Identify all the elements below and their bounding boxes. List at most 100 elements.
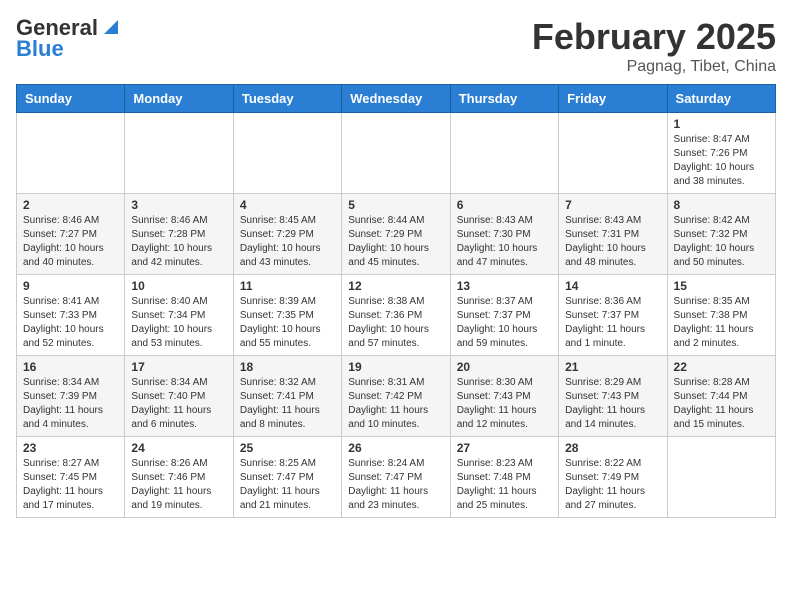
calendar-cell: 15 Sunrise: 8:35 AM Sunset: 7:38 PM Dayli… [667, 275, 775, 356]
calendar-cell: 6 Sunrise: 8:43 AM Sunset: 7:30 PM Daylig… [450, 194, 558, 275]
day-number: 27 [457, 441, 552, 455]
day-number: 2 [23, 198, 118, 212]
day-info: Sunrise: 8:43 AM Sunset: 7:30 PM Dayligh… [457, 214, 552, 270]
day-info: Sunrise: 8:43 AM Sunset: 7:31 PM Dayligh… [565, 214, 660, 270]
calendar-cell [233, 113, 341, 194]
day-info: Sunrise: 8:41 AM Sunset: 7:33 PM Dayligh… [23, 295, 118, 351]
day-number: 7 [565, 198, 660, 212]
logo-blue: Blue [16, 36, 64, 62]
day-number: 21 [565, 360, 660, 374]
calendar-cell: 17 Sunrise: 8:34 AM Sunset: 7:40 PM Dayli… [125, 356, 233, 437]
day-info: Sunrise: 8:27 AM Sunset: 7:45 PM Dayligh… [23, 457, 118, 513]
calendar-cell: 19 Sunrise: 8:31 AM Sunset: 7:42 PM Dayli… [342, 356, 450, 437]
day-number: 25 [240, 441, 335, 455]
day-number: 12 [348, 279, 443, 293]
calendar-cell: 21 Sunrise: 8:29 AM Sunset: 7:43 PM Dayli… [559, 356, 667, 437]
weekday-header-sunday: Sunday [17, 85, 125, 113]
calendar-cell: 24 Sunrise: 8:26 AM Sunset: 7:46 PM Dayli… [125, 437, 233, 518]
day-info: Sunrise: 8:29 AM Sunset: 7:43 PM Dayligh… [565, 376, 660, 432]
day-info: Sunrise: 8:44 AM Sunset: 7:29 PM Dayligh… [348, 214, 443, 270]
day-info: Sunrise: 8:34 AM Sunset: 7:39 PM Dayligh… [23, 376, 118, 432]
calendar-cell [559, 113, 667, 194]
day-info: Sunrise: 8:26 AM Sunset: 7:46 PM Dayligh… [131, 457, 226, 513]
calendar-cell: 23 Sunrise: 8:27 AM Sunset: 7:45 PM Dayli… [17, 437, 125, 518]
calendar-cell: 25 Sunrise: 8:25 AM Sunset: 7:47 PM Dayli… [233, 437, 341, 518]
title-block: February 2025 Pagnag, Tibet, China [532, 16, 776, 76]
calendar-cell: 27 Sunrise: 8:23 AM Sunset: 7:48 PM Dayli… [450, 437, 558, 518]
calendar-cell: 28 Sunrise: 8:22 AM Sunset: 7:49 PM Dayli… [559, 437, 667, 518]
calendar-cell [125, 113, 233, 194]
calendar-week-row: 9 Sunrise: 8:41 AM Sunset: 7:33 PM Daylig… [17, 275, 776, 356]
day-info: Sunrise: 8:42 AM Sunset: 7:32 PM Dayligh… [674, 214, 769, 270]
logo: General Blue [16, 16, 122, 62]
calendar-cell: 1Sunrise: 8:47 AM Sunset: 7:26 PM Daylig… [667, 113, 775, 194]
weekday-header-tuesday: Tuesday [233, 85, 341, 113]
day-info: Sunrise: 8:32 AM Sunset: 7:41 PM Dayligh… [240, 376, 335, 432]
day-info: Sunrise: 8:36 AM Sunset: 7:37 PM Dayligh… [565, 295, 660, 351]
day-number: 19 [348, 360, 443, 374]
calendar-week-row: 23 Sunrise: 8:27 AM Sunset: 7:45 PM Dayli… [17, 437, 776, 518]
calendar-cell: 4 Sunrise: 8:45 AM Sunset: 7:29 PM Daylig… [233, 194, 341, 275]
calendar-subtitle: Pagnag, Tibet, China [532, 58, 776, 76]
logo-triangle-icon [100, 16, 122, 38]
day-number: 14 [565, 279, 660, 293]
calendar-cell: 2 Sunrise: 8:46 AM Sunset: 7:27 PM Daylig… [17, 194, 125, 275]
day-info: Sunrise: 8:37 AM Sunset: 7:37 PM Dayligh… [457, 295, 552, 351]
calendar-cell: 13 Sunrise: 8:37 AM Sunset: 7:37 PM Dayli… [450, 275, 558, 356]
calendar-cell: 3 Sunrise: 8:46 AM Sunset: 7:28 PM Daylig… [125, 194, 233, 275]
day-info: Sunrise: 8:31 AM Sunset: 7:42 PM Dayligh… [348, 376, 443, 432]
day-number: 26 [348, 441, 443, 455]
calendar-cell: 10Sunrise: 8:40 AM Sunset: 7:34 PM Dayli… [125, 275, 233, 356]
calendar-week-row: 2 Sunrise: 8:46 AM Sunset: 7:27 PM Daylig… [17, 194, 776, 275]
day-number: 16 [23, 360, 118, 374]
day-info: Sunrise: 8:25 AM Sunset: 7:47 PM Dayligh… [240, 457, 335, 513]
calendar-table: SundayMondayTuesdayWednesdayThursdayFrid… [16, 84, 776, 518]
day-info: Sunrise: 8:28 AM Sunset: 7:44 PM Dayligh… [674, 376, 769, 432]
weekday-header-wednesday: Wednesday [342, 85, 450, 113]
day-number: 13 [457, 279, 552, 293]
weekday-header-saturday: Saturday [667, 85, 775, 113]
day-info: Sunrise: 8:38 AM Sunset: 7:36 PM Dayligh… [348, 295, 443, 351]
calendar-cell: 9 Sunrise: 8:41 AM Sunset: 7:33 PM Daylig… [17, 275, 125, 356]
calendar-cell [17, 113, 125, 194]
day-number: 9 [23, 279, 118, 293]
calendar-cell: 5 Sunrise: 8:44 AM Sunset: 7:29 PM Daylig… [342, 194, 450, 275]
weekday-header-row: SundayMondayTuesdayWednesdayThursdayFrid… [17, 85, 776, 113]
day-info: Sunrise: 8:40 AM Sunset: 7:34 PM Dayligh… [131, 295, 226, 351]
day-info: Sunrise: 8:46 AM Sunset: 7:27 PM Dayligh… [23, 214, 118, 270]
day-number: 24 [131, 441, 226, 455]
day-info: Sunrise: 8:39 AM Sunset: 7:35 PM Dayligh… [240, 295, 335, 351]
day-number: 18 [240, 360, 335, 374]
day-number: 6 [457, 198, 552, 212]
weekday-header-friday: Friday [559, 85, 667, 113]
calendar-cell: 20 Sunrise: 8:30 AM Sunset: 7:43 PM Dayli… [450, 356, 558, 437]
calendar-cell: 26 Sunrise: 8:24 AM Sunset: 7:47 PM Dayli… [342, 437, 450, 518]
day-info: Sunrise: 8:46 AM Sunset: 7:28 PM Dayligh… [131, 214, 226, 270]
calendar-cell: 18 Sunrise: 8:32 AM Sunset: 7:41 PM Dayli… [233, 356, 341, 437]
day-info: Sunrise: 8:34 AM Sunset: 7:40 PM Dayligh… [131, 376, 226, 432]
day-info: Sunrise: 8:45 AM Sunset: 7:29 PM Dayligh… [240, 214, 335, 270]
calendar-cell: 7 Sunrise: 8:43 AM Sunset: 7:31 PM Daylig… [559, 194, 667, 275]
day-info: Sunrise: 8:24 AM Sunset: 7:47 PM Dayligh… [348, 457, 443, 513]
day-number: 15 [674, 279, 769, 293]
day-number: 23 [23, 441, 118, 455]
calendar-cell: 16 Sunrise: 8:34 AM Sunset: 7:39 PM Dayli… [17, 356, 125, 437]
calendar-week-row: 1Sunrise: 8:47 AM Sunset: 7:26 PM Daylig… [17, 113, 776, 194]
day-number: 3 [131, 198, 226, 212]
calendar-cell: 22 Sunrise: 8:28 AM Sunset: 7:44 PM Dayli… [667, 356, 775, 437]
day-info: Sunrise: 8:22 AM Sunset: 7:49 PM Dayligh… [565, 457, 660, 513]
day-number: 17 [131, 360, 226, 374]
day-info: Sunrise: 8:23 AM Sunset: 7:48 PM Dayligh… [457, 457, 552, 513]
day-number: 8 [674, 198, 769, 212]
day-number: 20 [457, 360, 552, 374]
page-header: General Blue February 2025 Pagnag, Tibet… [16, 16, 776, 76]
day-info: Sunrise: 8:35 AM Sunset: 7:38 PM Dayligh… [674, 295, 769, 351]
day-number: 5 [348, 198, 443, 212]
calendar-week-row: 16 Sunrise: 8:34 AM Sunset: 7:39 PM Dayli… [17, 356, 776, 437]
calendar-cell: 12 Sunrise: 8:38 AM Sunset: 7:36 PM Dayli… [342, 275, 450, 356]
day-info: Sunrise: 8:30 AM Sunset: 7:43 PM Dayligh… [457, 376, 552, 432]
calendar-cell [342, 113, 450, 194]
day-number: 22 [674, 360, 769, 374]
day-number: 4 [240, 198, 335, 212]
day-number: 28 [565, 441, 660, 455]
